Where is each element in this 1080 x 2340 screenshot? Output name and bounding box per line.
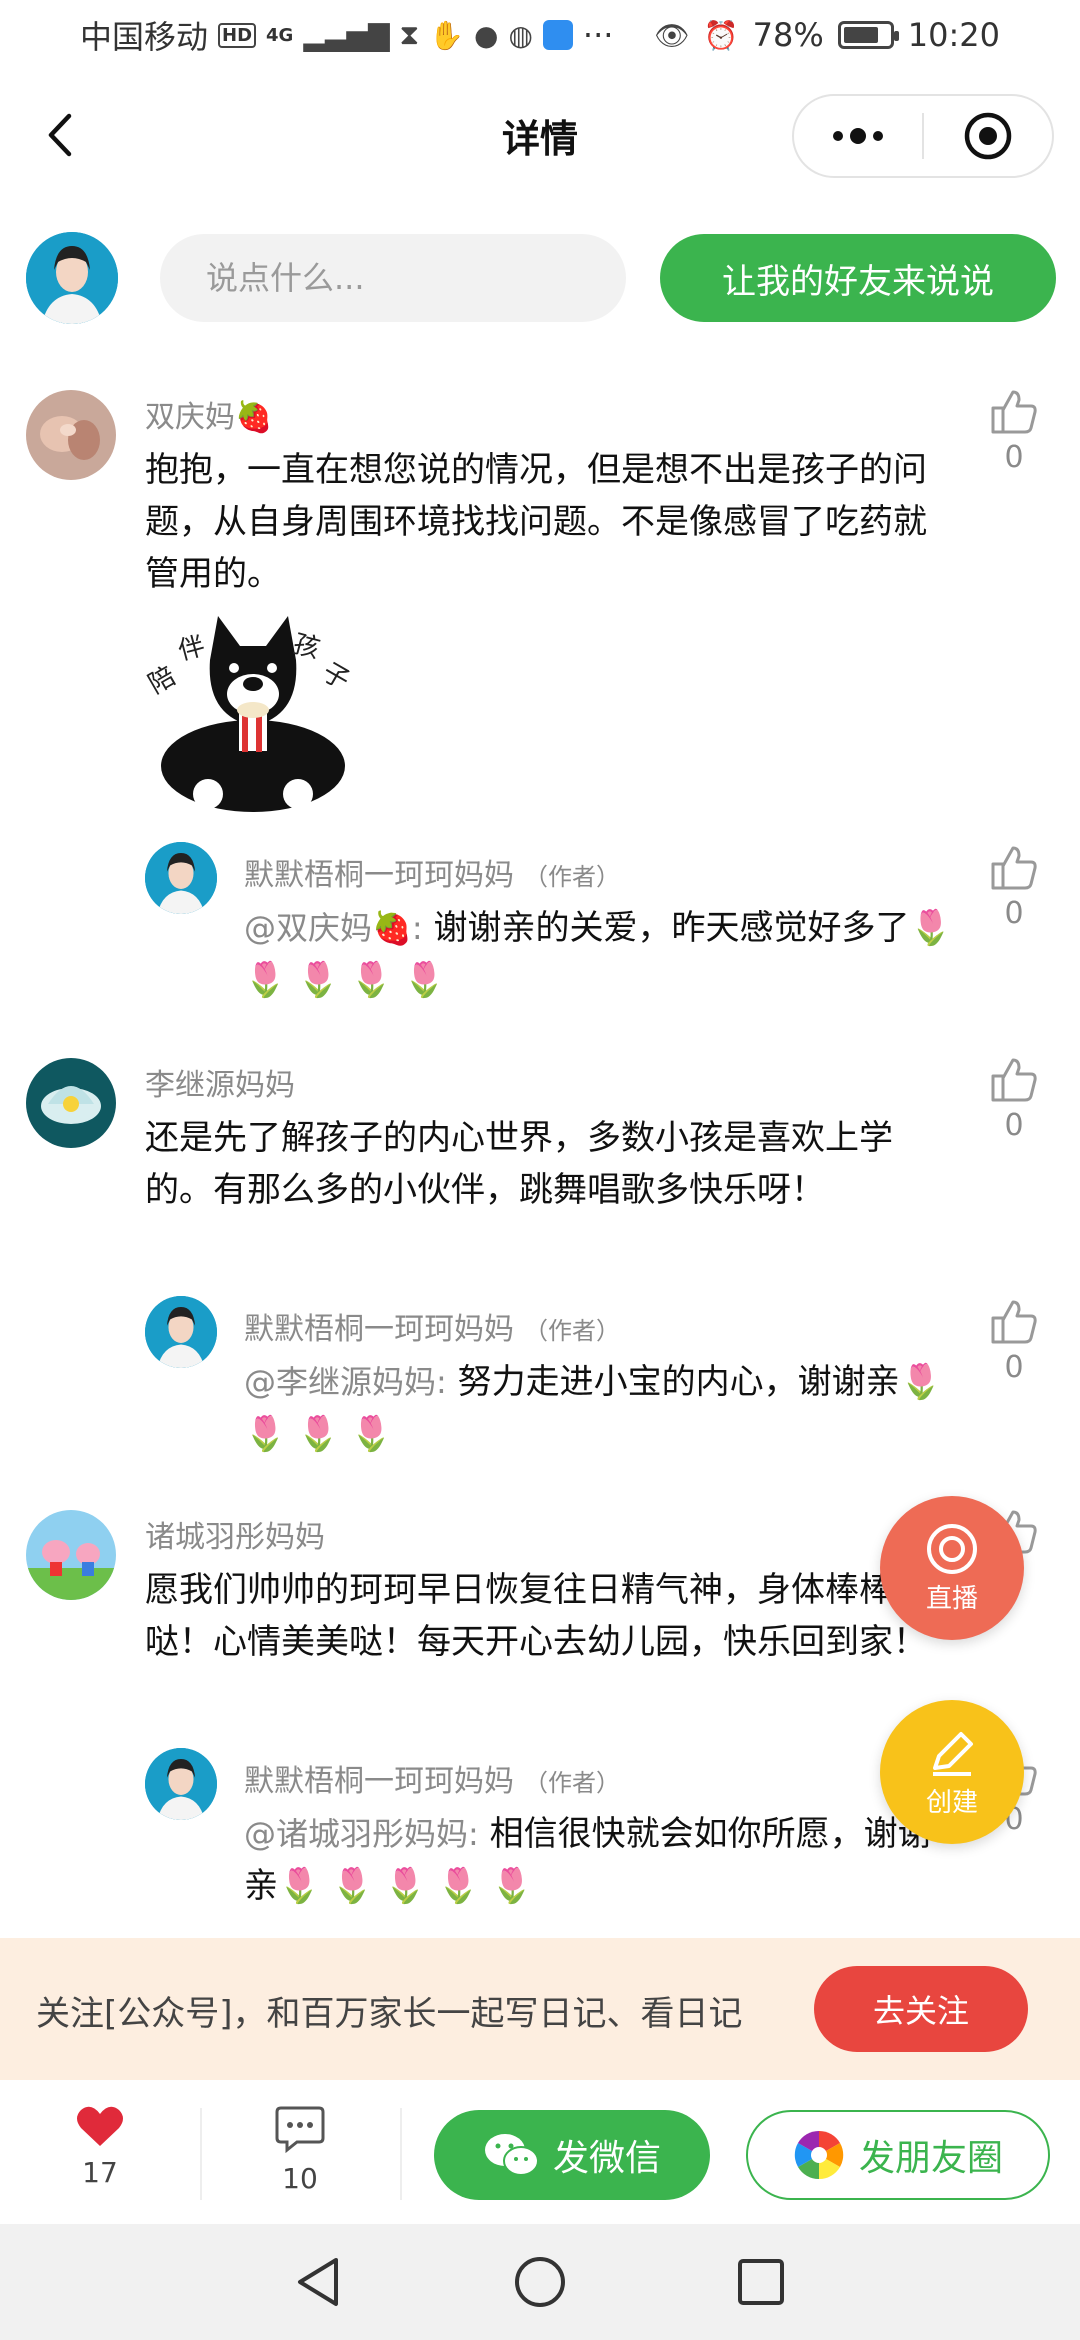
battery-fill (843, 27, 878, 43)
reply-like-button[interactable]: 0 (984, 844, 1044, 931)
network-label: 4G (266, 24, 294, 46)
my-avatar (26, 232, 118, 324)
reply-like-button[interactable]: 0 (984, 1298, 1044, 1385)
reply-author: 默默梧桐一珂珂妈妈 （作者） (244, 850, 620, 894)
more-dots-icon (833, 128, 883, 144)
commenter-name: 诸城羽彤妈妈 (145, 1520, 325, 1555)
wechat-icon (484, 2134, 539, 2176)
reply-text: @双庆妈🍓: 谢谢亲的关爱，昨天感觉好多了🌷 🌷 🌷 🌷 🌷 (244, 902, 954, 1006)
comment-input[interactable] (160, 234, 626, 322)
thumbs-up-icon (991, 1300, 1037, 1344)
commenter-name: 双庆妈🍓 (145, 400, 273, 435)
like-post-button[interactable]: 17 (40, 2104, 160, 2189)
comment-icon (275, 2106, 325, 2154)
author-tag: （作者） (524, 1769, 620, 1797)
like-button[interactable]: 0 (984, 1056, 1044, 1143)
invite-friends-button[interactable]: 让我的好友来说说 (660, 234, 1056, 322)
divider (400, 2108, 402, 2200)
wechat-label: 发微信 (552, 2138, 661, 2179)
post-comment-count: 10 (282, 2162, 318, 2195)
thumbs-up-icon (991, 390, 1037, 434)
comment-text: 愿我们帅帅的珂珂早日恢复往日精气神，身体棒棒哒！心情美美哒！每天开心去幼儿园，快… (145, 1570, 927, 1662)
commenter-avatar[interactable] (26, 390, 116, 480)
reply-author-name: 默默梧桐一珂珂妈妈 (244, 1764, 514, 1799)
more-status-icon: ··· (582, 16, 614, 54)
post-like-count: 17 (82, 2156, 118, 2189)
share-wechat-button[interactable]: 发微信 (434, 2110, 710, 2200)
nav-back-icon[interactable] (294, 2256, 344, 2308)
reply-text: @诸城羽彤妈妈: 相信很快就会如你所愿，谢谢亲🌷 🌷 🌷 🌷 🌷 (244, 1808, 954, 1912)
follow-button[interactable]: 去关注 (814, 1966, 1028, 2052)
reply-author-name: 默默梧桐一珂珂妈妈 (244, 1312, 514, 1347)
nav-recents-icon[interactable] (736, 2257, 786, 2307)
author-tag: （作者） (524, 863, 620, 891)
comment-text: 还是先了解孩子的内心世界，多数小孩是喜欢上学的。有那么多的小伙伴，跳舞唱歌多快乐… (145, 1118, 893, 1210)
reply-author: 默默梧桐一珂珂妈妈 （作者） (244, 1304, 620, 1348)
comment-text: 抱抱，一直在想您说的情况，但是想不出是孩子的问题，从自身周围环境找找问题。不是像… (145, 450, 927, 594)
comment-item: 双庆妈🍓 抱抱，一直在想您说的情况，但是想不出是孩子的问题，从自身周围环境找找问… (0, 388, 1080, 1008)
hourglass-icon: ⧗ (399, 18, 420, 51)
like-count: 0 (1004, 1108, 1024, 1143)
nav-home-icon[interactable] (513, 2255, 567, 2309)
dog-sticker-image[interactable]: 陪 伴 孩 子 (143, 616, 358, 816)
moments-icon (794, 2130, 844, 2180)
heart-icon (77, 2106, 123, 2146)
reply-avatar[interactable] (145, 842, 217, 914)
like-button[interactable]: 0 (984, 388, 1044, 475)
author-tag: （作者） (524, 1317, 620, 1345)
system-nav-bar (0, 2224, 1080, 2340)
like-count: 0 (1004, 1350, 1024, 1385)
hd-badge: HD (218, 22, 257, 48)
battery-icon (837, 21, 899, 49)
commenter-name: 李继源妈妈 (145, 1068, 295, 1103)
live-button[interactable]: 直播 (880, 1496, 1024, 1640)
header: 详情 (0, 80, 1080, 190)
reply-text: @李继源妈妈: 努力走进小宝的内心，谢谢亲🌷 🌷 🌷 🌷 (244, 1356, 954, 1460)
follow-banner: 关注[公众号]，和百万家长一起写日记、看日记 去关注 (0, 1938, 1080, 2080)
like-count: 0 (1004, 440, 1024, 475)
divider (200, 2108, 202, 2200)
mini-program-capsule (792, 94, 1054, 178)
thumbs-up-icon (991, 846, 1037, 890)
commenter-avatar[interactable] (26, 1510, 116, 1600)
close-mini-program-button[interactable] (924, 96, 1052, 176)
status-bar: 中国移动 HD 4G ▂▃▅▇ ⧗ ✋ ● ◍ ··· 👁 ⏰ 78% 10:2… (0, 0, 1080, 70)
carrier-label: 中国移动 (80, 18, 209, 56)
commenter-avatar[interactable] (26, 1058, 116, 1148)
thumbs-up-icon (991, 1058, 1037, 1102)
live-label: 直播 (925, 1583, 978, 1614)
battery-percent: 78% (752, 16, 824, 54)
reply-author-name: 默默梧桐一珂珂妈妈 (244, 858, 514, 893)
eye-icon: 👁 (654, 18, 690, 52)
reply-avatar[interactable] (145, 1296, 217, 1368)
hand-icon: ✋ (429, 18, 465, 52)
moments-label: 发朋友圈 (858, 2138, 1003, 2179)
chat-bubble-icon: ● (474, 18, 499, 52)
bottom-action-bar: 17 10 发微信 发朋友圈 (0, 2080, 1080, 2224)
signal-icon: ▂▃▅▇ (303, 18, 390, 52)
reply-mention[interactable]: @李继源妈妈: (244, 1363, 447, 1401)
globe-icon: ◍ (508, 18, 533, 52)
follow-banner-text: 关注[公众号]，和百万家长一起写日记、看日记 (36, 1994, 743, 2034)
create-button[interactable]: 创建 (880, 1700, 1024, 1844)
weather-icon (542, 20, 573, 50)
more-button[interactable] (794, 96, 922, 176)
comments-button[interactable]: 10 (240, 2104, 360, 2195)
reply-avatar[interactable] (145, 1748, 217, 1820)
reply-mention[interactable]: @诸城羽彤妈妈: (244, 1815, 479, 1853)
create-label: 创建 (925, 1787, 978, 1818)
share-moments-button[interactable]: 发朋友圈 (746, 2110, 1050, 2200)
live-icon (927, 1523, 977, 1574)
pencil-icon (933, 1731, 973, 1776)
compose-row: 让我的好友来说说 (26, 232, 1066, 324)
target-icon (964, 112, 1012, 160)
comment-item: 李继源妈妈 还是先了解孩子的内心世界，多数小孩是喜欢上学的。有那么多的小伙伴，跳… (0, 1056, 1080, 1476)
reply-mention[interactable]: @双庆妈🍓: (244, 909, 423, 947)
clock: 10:20 (907, 16, 1000, 54)
alarm-icon: ⏰ (703, 18, 739, 52)
reply-author: 默默梧桐一珂珂妈妈 （作者） (244, 1756, 620, 1800)
like-count: 0 (1004, 896, 1024, 931)
